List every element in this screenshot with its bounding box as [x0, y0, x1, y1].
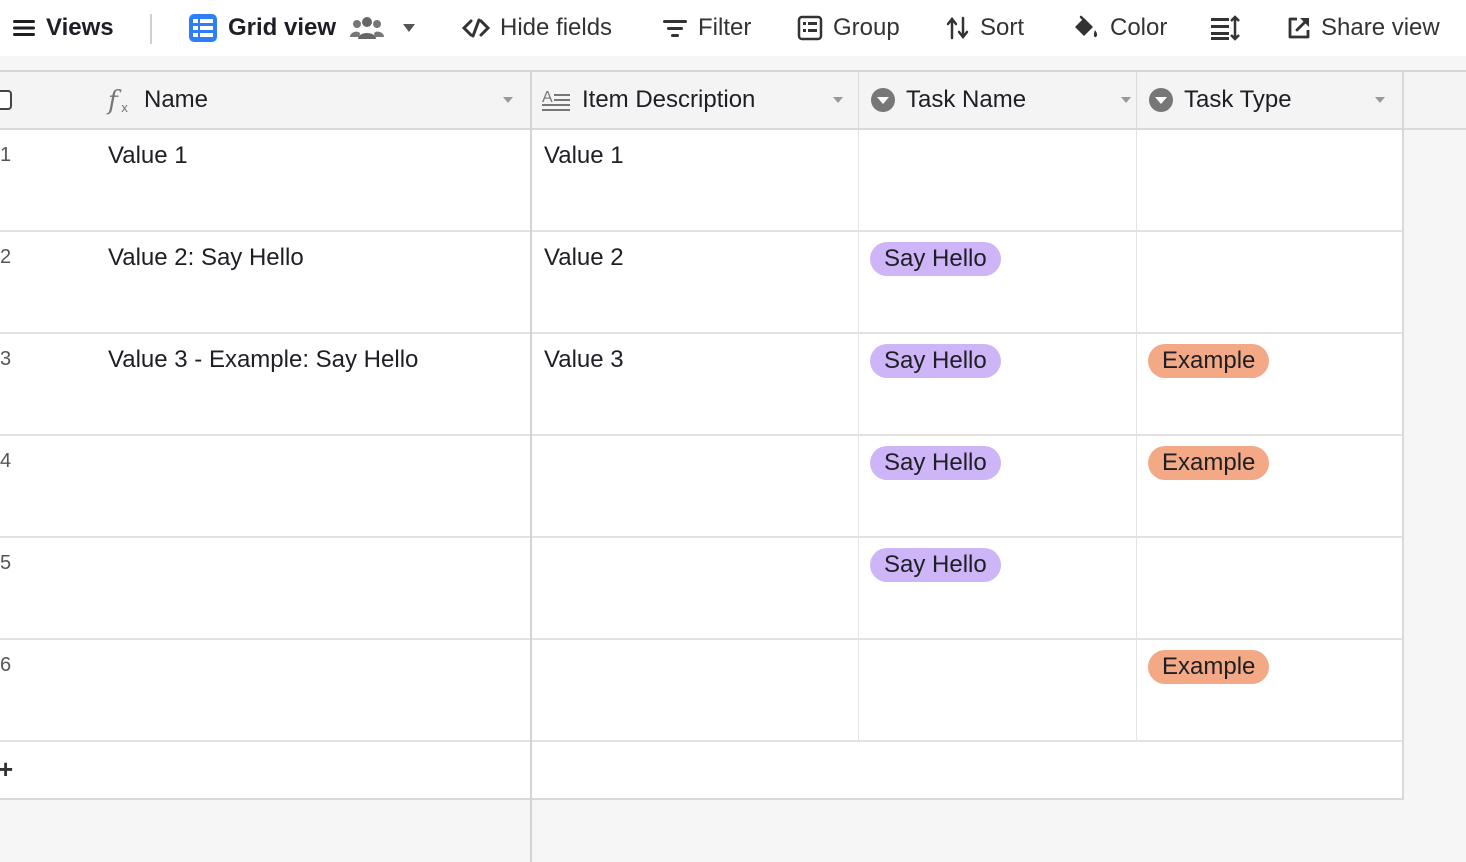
hide-fields-label: Hide fields — [500, 14, 613, 41]
filter-label: Filter — [698, 14, 752, 41]
formula-icon: f x — [106, 86, 128, 115]
grid-view-label: Grid view — [228, 14, 337, 41]
collaborators-icon — [350, 17, 385, 39]
select-all-checkbox[interactable] — [0, 72, 22, 128]
sort-button[interactable]: Sort — [946, 0, 1024, 56]
table-row[interactable]: Value 2 Say Hello — [532, 232, 1404, 334]
task-type-pill[interactable]: Example — [1148, 344, 1270, 378]
single-select-icon — [1149, 88, 1173, 112]
task-name-pill[interactable]: Say Hello — [870, 446, 1001, 480]
add-row-button[interactable]: + — [0, 742, 532, 800]
table-row[interactable]: Value 3 Say Hello Example — [532, 334, 1404, 436]
column-separator — [1136, 72, 1137, 128]
task-type-pill[interactable]: Example — [1148, 446, 1270, 480]
grid-right-edge — [1402, 72, 1404, 800]
cell-name[interactable]: Value 2: Say Hello — [108, 244, 304, 272]
hamburger-menu-icon — [13, 20, 35, 36]
column-header-item-description[interactable]: A Item Description — [542, 72, 860, 128]
table-row[interactable]: 1 Value 1 — [0, 130, 532, 232]
group-label: Group — [833, 14, 900, 41]
table-row[interactable]: Value 1 — [532, 130, 1404, 232]
table-row[interactable]: Say Hello Example — [532, 436, 1404, 538]
frozen-pane-divider[interactable] — [530, 72, 532, 862]
column-separator — [1136, 130, 1137, 742]
views-button[interactable]: Views — [12, 0, 114, 56]
sort-label: Sort — [980, 14, 1025, 41]
svg-text:A: A — [542, 89, 553, 106]
share-view-label: Share view — [1321, 14, 1440, 41]
single-select-icon — [871, 88, 895, 112]
column-name-label: Name — [144, 86, 209, 113]
row-number: 4 — [0, 450, 12, 472]
chevron-down-icon[interactable] — [402, 23, 416, 33]
grid-view-icon — [189, 14, 217, 42]
views-label: Views — [46, 14, 114, 41]
long-text-icon: A — [542, 89, 570, 111]
column-header-task-name[interactable]: Task Name — [870, 72, 1148, 128]
checkbox-icon — [0, 90, 12, 110]
row-number: 2 — [0, 246, 12, 268]
add-row-area[interactable] — [532, 742, 1404, 800]
column-menu-caret-icon[interactable] — [1374, 96, 1386, 104]
filter-icon — [663, 20, 687, 37]
task-name-pill[interactable]: Say Hello — [870, 344, 1001, 378]
table-row[interactable]: 3 Value 3 - Example: Say Hello — [0, 334, 532, 436]
cell-item-description[interactable]: Value 1 — [544, 142, 624, 170]
svg-text:x: x — [121, 101, 128, 115]
column-separator — [858, 72, 859, 128]
grid-view-switcher[interactable]: Grid view — [188, 0, 416, 56]
task-name-pill[interactable]: Say Hello — [870, 242, 1001, 276]
table-row[interactable]: 4 — [0, 436, 532, 538]
cell-name[interactable]: Value 1 — [108, 142, 188, 170]
column-header-task-type[interactable]: Task Type — [1148, 72, 1402, 128]
cell-item-description[interactable]: Value 2 — [544, 244, 624, 272]
table-row[interactable]: 6 — [0, 640, 532, 742]
plus-icon: + — [0, 754, 14, 784]
paint-bucket-icon — [1075, 15, 1098, 38]
column-item-description-label: Item Description — [582, 86, 756, 113]
sort-icon — [946, 16, 969, 40]
row-height-icon — [1211, 15, 1240, 41]
table-row[interactable]: Example — [532, 640, 1404, 742]
hide-fields-icon — [462, 18, 490, 38]
group-button[interactable]: Group — [797, 0, 900, 56]
cell-name[interactable]: Value 3 - Example: Say Hello — [108, 346, 418, 374]
row-height-button[interactable] — [1210, 0, 1240, 56]
color-button[interactable]: Color — [1072, 0, 1167, 56]
row-number: 5 — [0, 552, 12, 574]
share-view-button[interactable]: Share view — [1287, 0, 1440, 56]
row-number: 6 — [0, 654, 12, 676]
column-header-name[interactable]: f x Name — [106, 72, 530, 128]
task-type-pill[interactable]: Example — [1148, 650, 1270, 684]
grid-header-left: f x Name — [0, 72, 532, 130]
group-icon — [797, 15, 823, 41]
svg-text:f: f — [106, 86, 122, 115]
cell-item-description[interactable]: Value 3 — [544, 346, 624, 374]
row-number: 3 — [0, 348, 12, 370]
table-row[interactable]: 2 Value 2: Say Hello — [0, 232, 532, 334]
table-row[interactable]: 5 — [0, 538, 532, 640]
hide-fields-button[interactable]: Hide fields — [462, 0, 612, 56]
share-external-icon — [1288, 17, 1310, 39]
color-label: Color — [1110, 14, 1168, 41]
filter-button[interactable]: Filter — [662, 0, 751, 56]
column-menu-caret-icon[interactable] — [502, 96, 514, 104]
column-menu-caret-icon[interactable] — [832, 96, 844, 104]
toolbar-divider — [150, 14, 152, 44]
view-toolbar: Views Grid view Hide fields Filter Group… — [0, 0, 1466, 56]
column-separator — [858, 130, 859, 742]
column-task-name-label: Task Name — [906, 86, 1027, 113]
table-row[interactable]: Say Hello — [532, 538, 1404, 640]
column-task-type-label: Task Type — [1184, 86, 1292, 113]
row-number: 1 — [0, 144, 12, 166]
task-name-pill[interactable]: Say Hello — [870, 548, 1001, 582]
grid-header-right: A Item Description Task Name Task Type — [532, 72, 1466, 130]
column-menu-caret-icon[interactable] — [1120, 96, 1132, 104]
